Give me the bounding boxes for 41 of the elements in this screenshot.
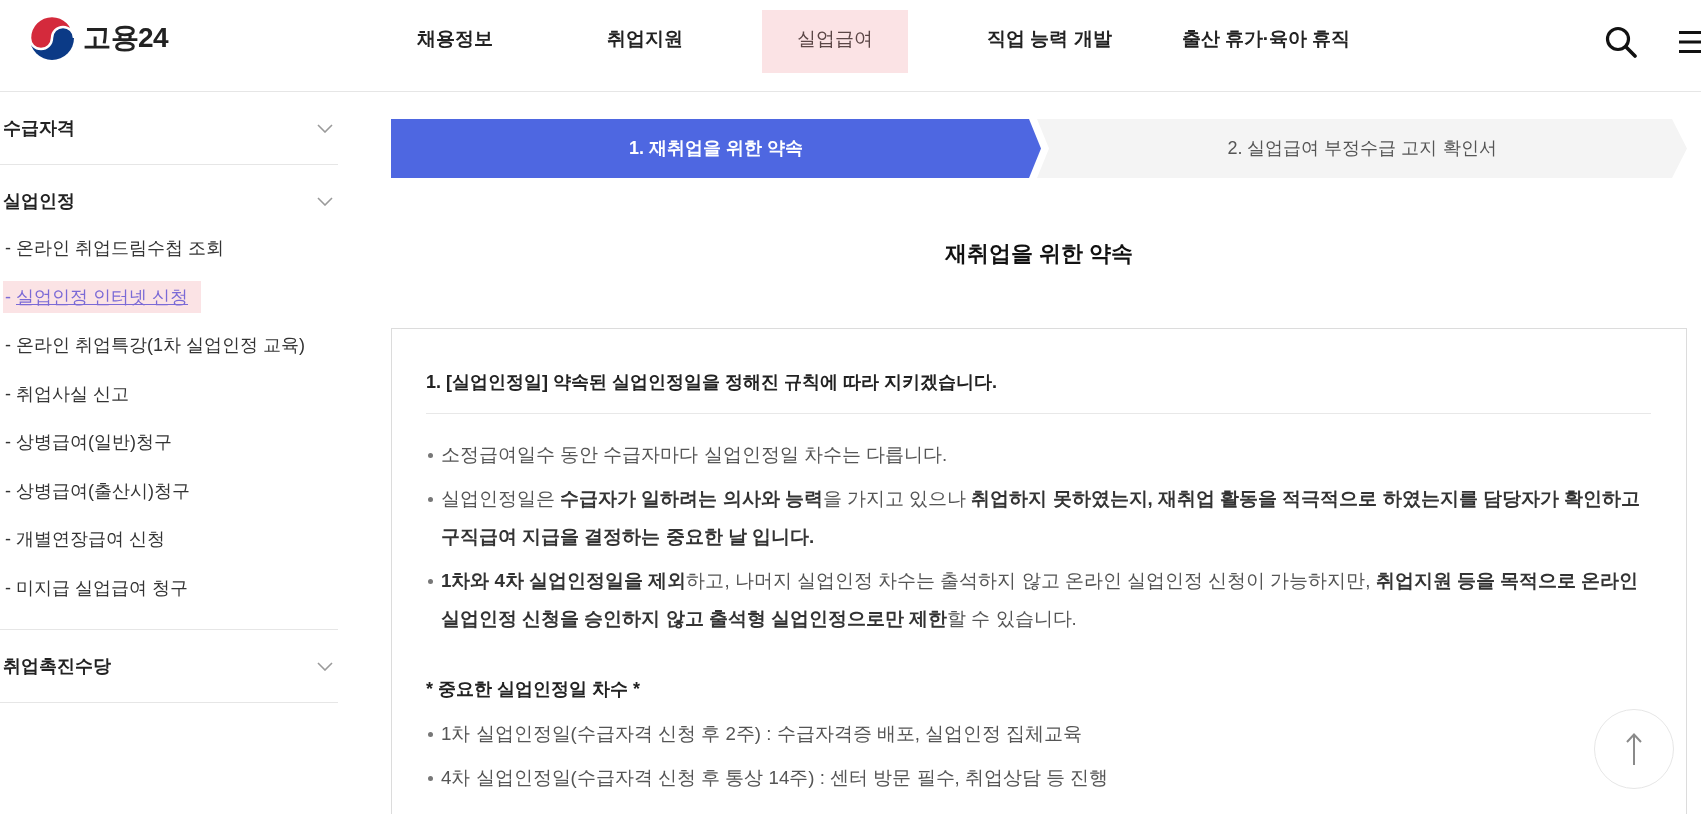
- sidebar-link[interactable]: - 온라인 취업특강(1차 실업인정 교육): [3, 329, 318, 362]
- bullet-icon: [428, 453, 433, 458]
- sidebar-link[interactable]: - 개별연장급여 신청: [3, 523, 178, 556]
- sidebar-link[interactable]: - 상병급여(출산시)청구: [3, 474, 203, 507]
- bullet-icon: [428, 497, 433, 502]
- section-heading: 1. [실업인정일] 약속된 실업인정일을 정해진 규칙에 따라 지키겠습니다.: [426, 371, 998, 394]
- nav-link[interactable]: 채용정보: [382, 10, 528, 73]
- menu-icon: [1679, 29, 1701, 54]
- bullet-text: 1차 실업인정일(수급자격 신청 후 2주) : 수급자격증 배포, 실업인정 집체교육: [441, 722, 1083, 746]
- bullet-text: 4차 실업인정일(수급자격 신청 후 통상 14주) : 센터 방문 필수, 취업상담 등 진행: [441, 766, 1109, 790]
- bullet-text: 실업인정일은 수급자가 일하려는 의사와 능력을 가지고 있으나 취업하지 못하였는지, 재취업 활동을 적극적으로 하였는지를 담당자가 확인하고 구직급여 지급을 결정하는 중요한 날 입니다.: [441, 487, 1641, 549]
- menu-button[interactable]: [1679, 29, 1701, 54]
- nav-link[interactable]: 직업 능력 개발: [952, 10, 1147, 73]
- accordion-toggle[interactable]: 실업인정: [3, 189, 338, 213]
- progress-step: 1. 재취업을 위한 약속: [391, 119, 1041, 178]
- chevron-down-icon: [317, 123, 333, 133]
- nav-link[interactable]: 취업지원: [572, 10, 718, 73]
- bullet-icon: [428, 732, 433, 737]
- accordion-toggle[interactable]: 취업촉진수당: [3, 654, 338, 678]
- bullet-text: 1차와 4차 실업인정일을 제외하고, 나머지 실업인정 차수는 출석하지 않고 온라인 실업인정 신청이 가능하지만, 취업지원 등을 목적으로 온라인 실업인정 신청을 승인하지 않고 출석형 실업인정으로만 제한할 수 있습니다.: [441, 569, 1640, 631]
- search-icon: [1605, 25, 1637, 58]
- emblem-icon: [30, 16, 74, 60]
- sidebar-link[interactable]: - 미지급 실업급여 청구: [3, 571, 201, 604]
- sidebar-link[interactable]: - 취업사실 신고: [3, 377, 142, 410]
- progress-step: 2. 실업급여 부정수급 고지 확인서: [1037, 119, 1687, 178]
- chevron-down-icon: [317, 196, 333, 206]
- search-button[interactable]: [1605, 25, 1637, 58]
- sidebar-link[interactable]: - 온라인 취업드림수첩 조회: [3, 232, 237, 265]
- arrow-up-icon: [1626, 732, 1642, 766]
- home-logo-link[interactable]: 고용24: [30, 16, 169, 60]
- section-heading: * 중요한 실업인정일 차수 *: [426, 678, 641, 701]
- nav-link[interactable]: 실업급여: [762, 10, 908, 73]
- sidebar-link[interactable]: - 실업인정 인터넷 신청: [3, 280, 201, 313]
- chevron-down-icon: [317, 661, 333, 671]
- nav-link[interactable]: 출산 휴가·육아 휴직: [1146, 10, 1386, 73]
- bullet-text: 소정급여일수 동안 수급자마다 실업인정일 차수는 다릅니다.: [441, 443, 948, 467]
- accordion-toggle[interactable]: 수급자격: [3, 116, 338, 140]
- bullet-icon: [428, 776, 433, 781]
- page-title: 재취업을 위한 약속: [943, 240, 1135, 268]
- bullet-icon: [428, 579, 433, 584]
- sidebar-link[interactable]: - 상병급여(일반)청구: [3, 426, 185, 459]
